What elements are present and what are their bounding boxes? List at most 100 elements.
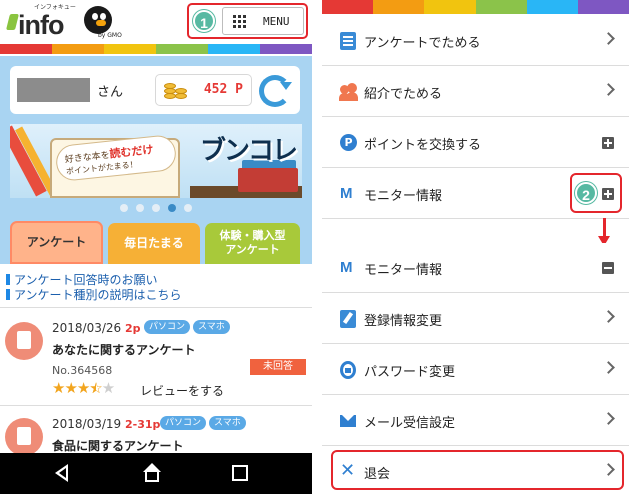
exclamation-icon xyxy=(6,274,10,285)
tab-experience-line1: 体験・購入型 xyxy=(219,229,286,242)
step-badge-2: 2 xyxy=(575,182,597,204)
category-tabs: アンケート 毎日たまる 体験・購入型 アンケート xyxy=(10,221,300,264)
chevron-right-icon xyxy=(602,361,615,374)
points-box: 452 P xyxy=(155,74,252,106)
app-header: インフォキュー info by GMO 1 MENU xyxy=(0,0,312,44)
color-stripe xyxy=(322,0,629,14)
refresh-icon[interactable] xyxy=(259,75,292,107)
survey-date: 2018/03/26 xyxy=(52,321,122,335)
menu-item-referral[interactable]: 紹介でためる xyxy=(322,67,629,117)
withdraw-highlight xyxy=(331,450,624,490)
survey-date: 2018/03/19 xyxy=(52,417,122,431)
collapse-minus-icon[interactable] xyxy=(602,262,614,274)
grid-icon xyxy=(233,15,247,29)
menu-item-label: メール受信設定 xyxy=(364,416,456,431)
menu-item-label: ポイントを交換する xyxy=(364,138,482,153)
carousel-dot[interactable] xyxy=(152,204,160,212)
menu-item-survey[interactable]: アンケートでためる xyxy=(322,16,629,66)
link-types[interactable]: アンケート種別の説明はこちら xyxy=(6,286,182,303)
back-icon[interactable] xyxy=(55,464,68,482)
menu-item-label: パスワード変更 xyxy=(364,365,456,380)
menu-item-label: 登録情報変更 xyxy=(364,314,443,329)
carousel-dot[interactable] xyxy=(184,204,192,212)
link-request-label: アンケート回答時のお願い xyxy=(14,273,158,287)
monitor-icon: M xyxy=(340,185,353,202)
color-stripe xyxy=(0,44,312,54)
divider xyxy=(0,405,312,406)
logo-sub: by GMO xyxy=(98,32,122,39)
tab-experience[interactable]: 体験・購入型 アンケート xyxy=(205,223,300,264)
tag-smartphone: スマホ xyxy=(209,416,246,430)
menu-item-profile-edit[interactable]: 登録情報変更 xyxy=(322,294,629,344)
tag-pc: パソコン xyxy=(144,320,191,334)
menu-highlight: 1 MENU xyxy=(187,3,308,39)
survey-number: No.364568 xyxy=(52,364,113,377)
mail-icon xyxy=(340,415,356,427)
home-icon[interactable] xyxy=(143,463,161,483)
chevron-right-icon xyxy=(602,83,615,96)
chevron-right-icon xyxy=(602,32,615,45)
step-2-highlight: 2 xyxy=(570,173,622,213)
exclamation-icon xyxy=(6,289,10,300)
username-suffix: さん xyxy=(97,85,124,100)
edit-icon xyxy=(340,310,356,328)
carousel-dot[interactable] xyxy=(120,204,128,212)
user-card: さん 452 P xyxy=(10,66,300,114)
books-decoration xyxy=(238,168,298,192)
survey-points: 2p xyxy=(125,322,141,335)
menu-button[interactable]: MENU xyxy=(222,7,304,35)
document-icon xyxy=(5,322,43,360)
android-nav-bar xyxy=(0,453,312,494)
survey-points: 2-31p xyxy=(125,418,161,431)
menu-item-password[interactable]: パスワード変更 xyxy=(322,345,629,395)
tab-survey-label: アンケート xyxy=(26,235,87,249)
referral-icon xyxy=(339,83,358,101)
right-screen: アンケートでためる 紹介でためる P ポイントを交換する M モニター情報 2 … xyxy=(322,0,629,494)
coins-icon xyxy=(164,81,188,101)
lock-icon xyxy=(340,361,356,379)
tag-smartphone: スマホ xyxy=(193,320,230,334)
review-link[interactable]: レビューをする xyxy=(140,382,224,399)
menu-item-label: モニター情報 xyxy=(364,189,443,204)
tab-daily-label: 毎日たまる xyxy=(124,236,184,250)
help-links: アンケート回答時のお願い アンケート種別の説明はこちら xyxy=(0,268,312,304)
menu-item-monitor-expanded[interactable]: M モニター情報 xyxy=(322,243,629,293)
penguin-icon xyxy=(84,6,112,34)
rating-stars: ★★★☆★★ xyxy=(52,379,115,397)
menu-item-point-exchange[interactable]: P ポイントを交換する xyxy=(322,118,629,168)
username-redacted xyxy=(17,78,90,102)
infoq-logo[interactable]: インフォキュー info by GMO xyxy=(6,2,128,42)
carousel-dots xyxy=(0,204,312,214)
tab-daily[interactable]: 毎日たまる xyxy=(108,223,200,264)
tab-survey[interactable]: アンケート xyxy=(10,221,103,264)
survey-title: あなたに関するアンケート xyxy=(52,343,196,357)
logo-word: info xyxy=(18,10,64,40)
tab-experience-line2: アンケート xyxy=(225,243,280,256)
step-badge-1: 1 xyxy=(193,10,215,32)
status-badge: 未回答 xyxy=(250,359,306,375)
left-screen: インフォキュー info by GMO 1 MENU さん 452 P 好きな本… xyxy=(0,0,312,494)
carousel-dot-active[interactable] xyxy=(168,204,176,212)
link-types-label: アンケート種別の説明はこちら xyxy=(14,288,182,302)
survey-icon xyxy=(340,32,356,50)
menu-item-label: アンケートでためる xyxy=(364,36,481,51)
bunkore-banner[interactable]: 好きな本を読むだけ ポイントがたまる！ ブンコレ xyxy=(10,124,302,198)
survey-item[interactable]: 2018/03/26 2p パソコン スマホ あなたに関するアンケート No.3… xyxy=(0,314,312,406)
tag-pc: パソコン xyxy=(160,416,207,430)
menu-label: MENU xyxy=(263,15,290,28)
carousel-dot[interactable] xyxy=(136,204,144,212)
user-panel: さん 452 P 好きな本を読むだけ ポイントがたまる！ ブンコレ アンケート … xyxy=(0,56,312,264)
menu-item-mail-settings[interactable]: メール受信設定 xyxy=(322,396,629,446)
menu-item-label: モニター情報 xyxy=(364,263,443,278)
arrow-down-icon xyxy=(598,218,610,246)
document-icon xyxy=(5,418,43,456)
survey-title: 食品に関するアンケート xyxy=(52,439,184,453)
divider xyxy=(0,307,312,308)
points-value: 452 P xyxy=(203,82,243,97)
monitor-icon: M xyxy=(340,259,353,276)
banner-brand: ブンコレ xyxy=(200,136,298,166)
recent-apps-icon[interactable] xyxy=(232,465,248,481)
expand-plus-icon[interactable] xyxy=(602,137,614,149)
point-exchange-icon: P xyxy=(340,134,357,151)
pencil-decoration xyxy=(10,125,47,197)
